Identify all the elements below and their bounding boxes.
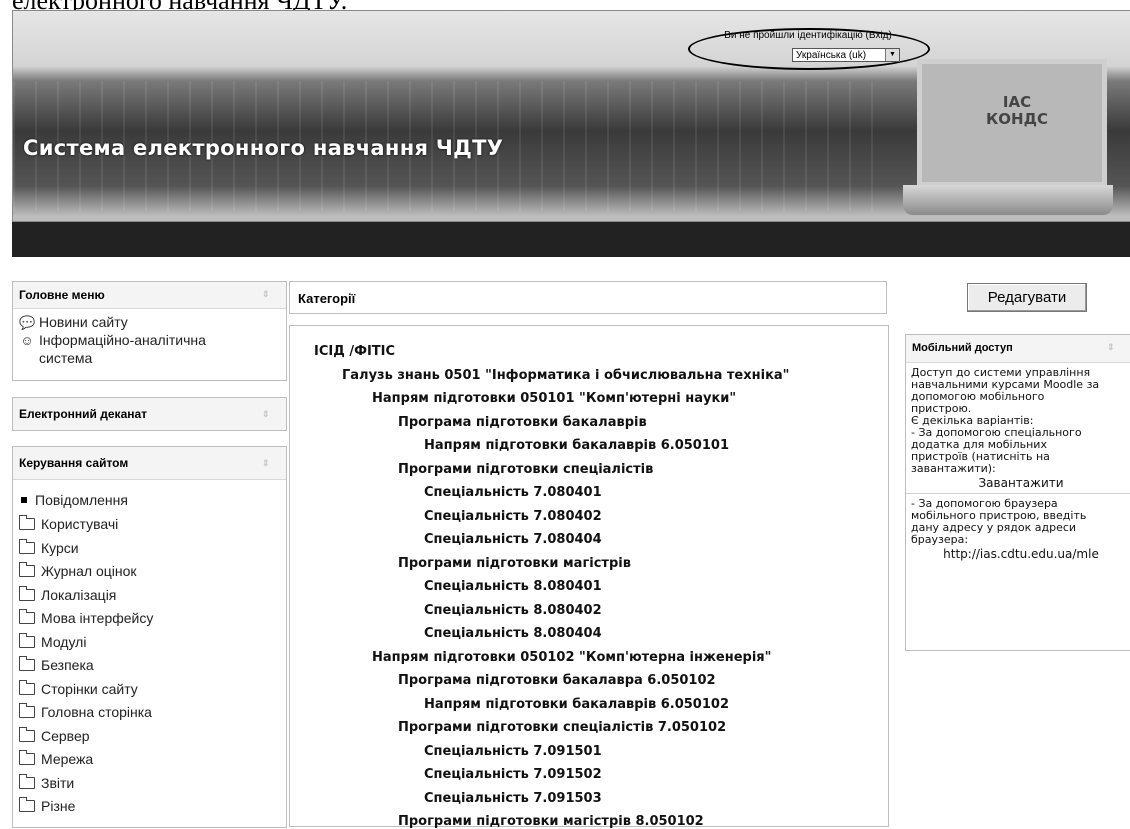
folder-icon <box>19 726 35 742</box>
category-item[interactable]: Спеціальність 7.080401 <box>424 485 602 500</box>
folder-icon <box>19 679 35 695</box>
language-select[interactable]: Українська (uk) ▼ <box>792 48 900 62</box>
mobile-access-header: Мобільний доступ ⇕ <box>906 335 1130 363</box>
mobile-text-line: завантажити): <box>911 462 996 475</box>
category-item[interactable]: Спеціальність 8.080401 <box>424 579 602 594</box>
categories-header: Категорії <box>289 281 887 314</box>
category-item[interactable]: Спеціальність 8.080404 <box>424 626 602 641</box>
download-link[interactable]: Завантажити <box>911 477 1130 489</box>
collapse-icon[interactable]: ⇕ <box>262 458 272 468</box>
category-item[interactable]: Програми підготовки магістрів <box>398 556 631 571</box>
menu-item-news[interactable]: 💬 Новини сайту <box>19 312 128 332</box>
mobile-access-content: Доступ до системи управління навчальними … <box>906 367 1130 560</box>
main-menu-header: Головне меню ⇕ <box>13 282 286 309</box>
menu-item-info-system[interactable]: ☺ Інформаційно-аналітична <box>19 330 206 350</box>
main-menu-block: Головне меню ⇕ 💬 Новини сайту ☺ Інформацій… <box>12 281 287 381</box>
category-item[interactable]: Програма підготовки бакалаврів <box>398 415 647 430</box>
folder-icon <box>19 585 35 601</box>
laptop-keyboard <box>903 185 1113 215</box>
category-item[interactable]: Галузь знань 0501 "Інформатика і обчислю… <box>342 368 789 383</box>
navigation-bar <box>12 222 1130 257</box>
folder-icon <box>19 656 35 671</box>
folder-icon <box>19 515 35 530</box>
category-root[interactable]: ІСІД /ФІТІС <box>314 344 395 359</box>
language-value: Українська (uk) <box>796 50 867 61</box>
site-title: Система електронного навчання ЧДТУ <box>23 136 504 160</box>
admin-item[interactable]: Локалізація <box>19 585 116 605</box>
site-admin-title: Керування сайтом <box>19 456 129 470</box>
mobile-access-title: Мобільний доступ <box>912 342 1013 354</box>
category-item[interactable]: Програми підготовки магістрів 8.050102 <box>398 814 704 829</box>
admin-item[interactable]: Сервер <box>19 726 90 746</box>
category-item[interactable]: Спеціальність 7.080402 <box>424 509 602 524</box>
dean-block-title: Електронний деканат <box>19 407 148 421</box>
ias-konds-logo: ІАС КОНДС <box>986 93 1048 128</box>
mobile-url-link[interactable]: http://ias.cdtu.edu.ua/mle <box>911 548 1130 560</box>
admin-item-notifications[interactable]: Повідомлення <box>19 490 128 510</box>
folder-icon <box>19 562 35 577</box>
category-item[interactable]: Спеціальність 7.091502 <box>424 767 602 782</box>
collapse-icon[interactable]: ⇕ <box>262 289 272 299</box>
folder-icon <box>19 632 35 648</box>
dean-block-header: Електронний деканат ⇕ <box>13 398 286 430</box>
smiley-icon: ☺ <box>20 333 34 348</box>
edit-button[interactable]: Редагувати <box>967 283 1087 312</box>
folder-icon <box>19 703 35 718</box>
collapse-icon[interactable]: ⇕ <box>1107 342 1117 352</box>
login-info[interactable]: Ви не пройшли ідентифікацію (Вхід) <box>690 30 926 41</box>
collapse-icon[interactable]: ⇕ <box>262 409 272 419</box>
mobile-text-line: браузера: <box>911 533 969 546</box>
folder-icon <box>19 773 35 789</box>
mobile-access-block: Мобільний доступ ⇕ Доступ до системи упр… <box>905 334 1130 651</box>
folder-icon <box>19 609 35 624</box>
category-item[interactable]: Спеціальність 7.080404 <box>424 532 602 547</box>
admin-item[interactable]: Модулі <box>19 632 86 652</box>
category-item[interactable]: Програма підготовки бакалавра 6.050102 <box>398 673 716 688</box>
header-banner: Система електронного навчання ЧДТУ ІАС К… <box>12 10 1130 222</box>
admin-item[interactable]: Безпека <box>19 655 94 675</box>
admin-item[interactable]: Журнал оцінок <box>19 561 137 581</box>
category-item[interactable]: Програми підготовки спеціалістів 7.05010… <box>398 720 726 735</box>
admin-item[interactable]: Різне <box>19 796 75 816</box>
site-admin-block: Керування сайтом ⇕ Повідомлення Користув… <box>12 446 287 828</box>
category-item[interactable]: Напрям підготовки 050101 "Комп'ютерні на… <box>372 391 736 406</box>
category-item[interactable]: Спеціальність 7.091503 <box>424 791 602 806</box>
category-item[interactable]: Програми підготовки спеціалістів <box>398 462 653 477</box>
main-menu-title: Головне меню <box>19 288 105 302</box>
site-admin-header: Керування сайтом ⇕ <box>13 447 286 480</box>
category-item[interactable]: Спеціальність 8.080402 <box>424 603 602 618</box>
category-item[interactable]: Напрям підготовки бакалаврів 6.050102 <box>424 697 729 712</box>
laptop-screen: ІАС КОНДС <box>917 59 1107 187</box>
divider <box>906 493 1130 494</box>
admin-item[interactable]: Головна сторінка <box>19 702 152 722</box>
admin-item[interactable]: Користувачі <box>19 514 118 534</box>
folder-icon <box>19 797 35 812</box>
categories-list: ІСІД /ФІТІС Галузь знань 0501 "Інформатик… <box>289 325 889 829</box>
admin-item[interactable]: Мережа <box>19 749 93 769</box>
admin-item[interactable]: Курси <box>19 538 79 558</box>
admin-item[interactable]: Мова інтерфейсу <box>19 608 153 628</box>
admin-item[interactable]: Звіти <box>19 773 74 793</box>
folder-icon <box>19 538 35 554</box>
menu-item-info-system-cont[interactable]: система <box>39 348 92 368</box>
bullet-icon <box>21 497 27 504</box>
dean-block: Електронний деканат ⇕ <box>12 397 287 431</box>
category-item[interactable]: Напрям підготовки бакалаврів 6.050101 <box>424 438 729 453</box>
folder-icon <box>19 750 35 765</box>
category-item[interactable]: Напрям підготовки 050102 "Комп'ютерна ін… <box>372 650 771 665</box>
category-item[interactable]: Спеціальність 7.091501 <box>424 744 602 759</box>
admin-item[interactable]: Сторінки сайту <box>19 679 138 699</box>
chevron-down-icon[interactable]: ▼ <box>885 49 899 61</box>
laptop-logo-image: ІАС КОНДС <box>903 59 1113 217</box>
